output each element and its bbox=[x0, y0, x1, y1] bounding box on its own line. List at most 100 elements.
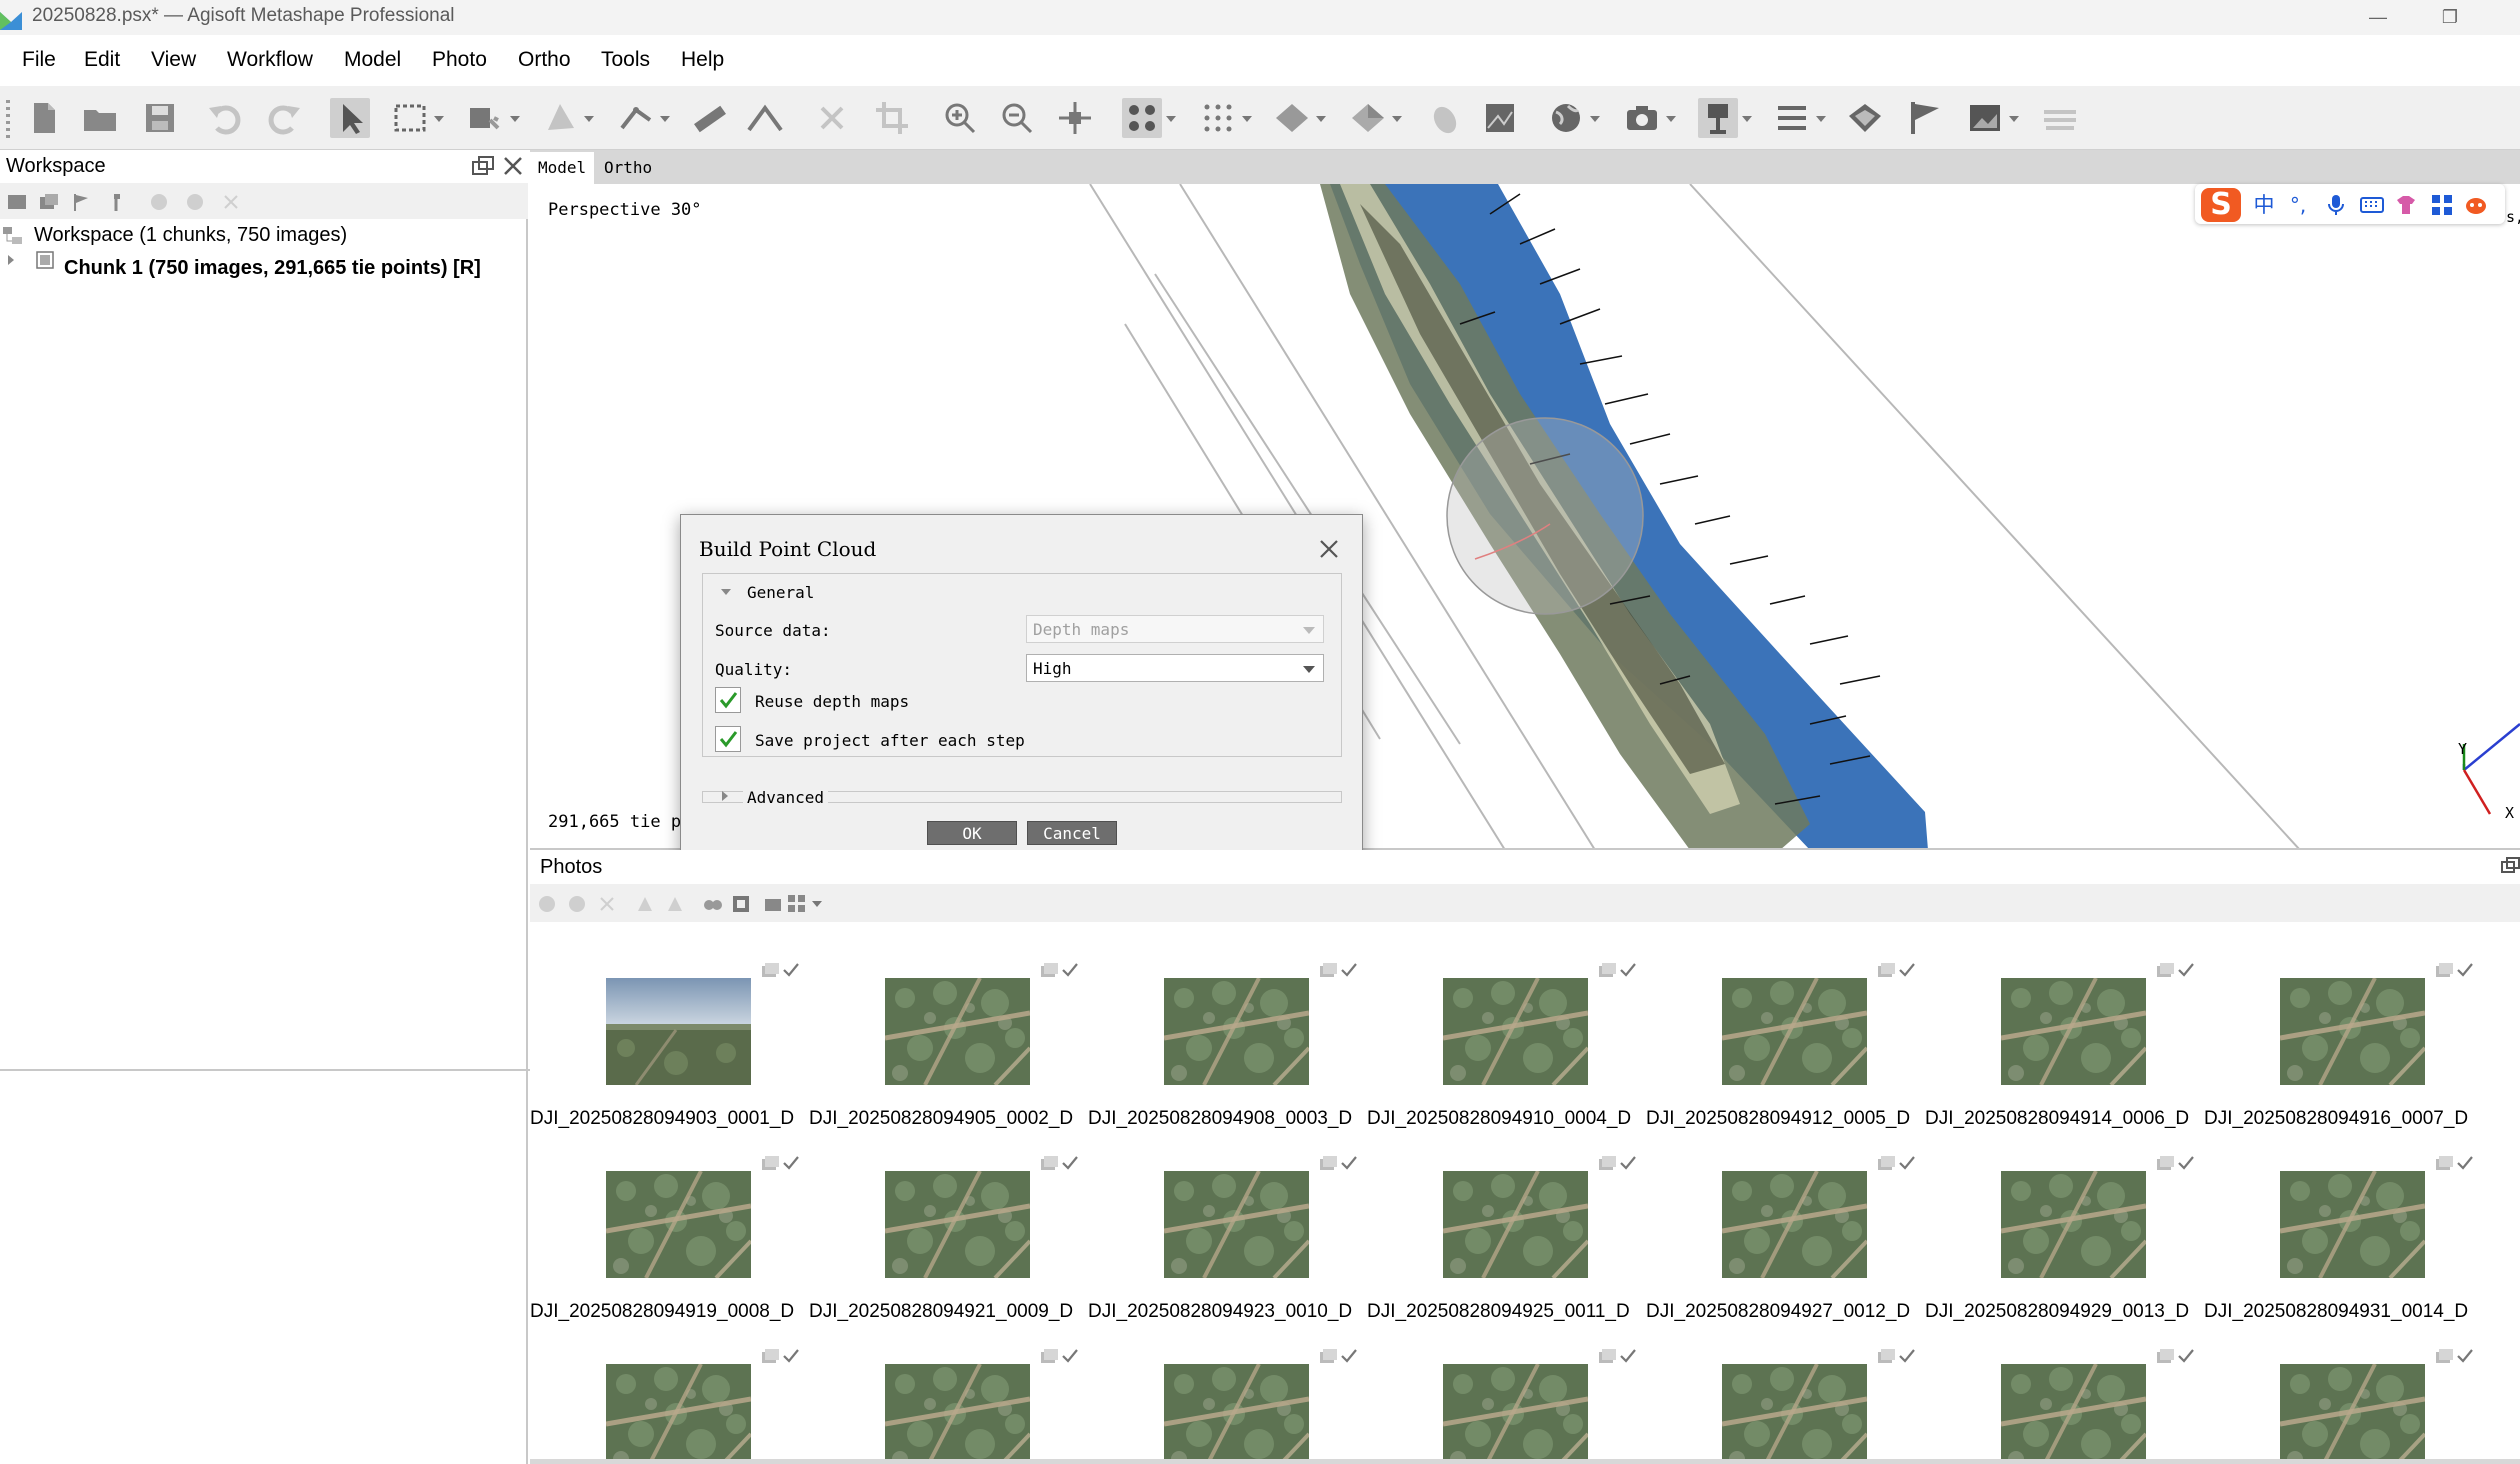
rectangle-selection-icon[interactable] bbox=[390, 98, 444, 138]
skin-icon[interactable] bbox=[2393, 192, 2419, 218]
ime-punctuation-toggle[interactable]: °, bbox=[2285, 192, 2311, 218]
open-folder-icon[interactable] bbox=[80, 98, 120, 138]
flag-icon[interactable] bbox=[1905, 98, 1945, 138]
photo-thumbnail[interactable] bbox=[1164, 978, 1309, 1085]
zoom-in-icon[interactable] bbox=[940, 98, 980, 138]
tab-model[interactable]: Model bbox=[530, 152, 595, 184]
undock-icon[interactable] bbox=[2500, 856, 2520, 876]
image-icon[interactable] bbox=[762, 893, 784, 915]
layers-icon[interactable] bbox=[2040, 98, 2080, 138]
photo-tile[interactable]: DJI_20250828094931_0014_D bbox=[2204, 1133, 2474, 1325]
photo-tile[interactable]: DJI_20250828094921_0009_D bbox=[809, 1133, 1079, 1325]
photo-thumbnail[interactable] bbox=[1722, 1171, 1867, 1278]
photo-tile[interactable] bbox=[1367, 1326, 1637, 1464]
chunk-item[interactable]: Chunk 1 (750 images, 291,665 tie points)… bbox=[64, 257, 481, 280]
remove-items-icon[interactable] bbox=[220, 191, 242, 213]
view-mode-icon[interactable] bbox=[786, 893, 808, 915]
filter-icon[interactable] bbox=[702, 893, 724, 915]
toolbar-grip[interactable] bbox=[6, 100, 10, 138]
keyboard-icon[interactable] bbox=[2359, 192, 2385, 218]
mask-icon[interactable] bbox=[730, 893, 752, 915]
menu-photo[interactable]: Photo bbox=[432, 48, 487, 72]
photo-thumbnail[interactable] bbox=[885, 1171, 1030, 1278]
photo-thumbnail[interactable] bbox=[2280, 1364, 2425, 1464]
photo-tile[interactable]: DJI_20250828094916_0007_D bbox=[2204, 940, 2474, 1132]
photo-tile[interactable]: DJI_20250828094903_0001_D bbox=[530, 940, 800, 1132]
source-data-dropdown[interactable]: Depth maps bbox=[1026, 615, 1324, 643]
photo-thumbnail[interactable] bbox=[1443, 1364, 1588, 1464]
toolbox-grid-icon[interactable] bbox=[2429, 192, 2455, 218]
photo-thumbnail[interactable] bbox=[1443, 978, 1588, 1085]
ok-button[interactable]: OK bbox=[927, 821, 1017, 845]
photo-thumbnail[interactable] bbox=[2001, 978, 2146, 1085]
camera-icon[interactable] bbox=[1622, 98, 1676, 138]
general-section-label[interactable]: General bbox=[743, 583, 819, 602]
menu-view[interactable]: View bbox=[151, 48, 196, 72]
photo-tile[interactable] bbox=[1646, 1326, 1916, 1464]
photo-tile[interactable]: DJI_20250828094923_0010_D bbox=[1088, 1133, 1358, 1325]
menu-file[interactable]: File bbox=[22, 48, 56, 72]
add-photos-icon[interactable] bbox=[38, 191, 60, 213]
marker-flag-icon[interactable] bbox=[108, 191, 130, 213]
advanced-section-label[interactable]: Advanced bbox=[743, 788, 829, 807]
photo-thumbnail[interactable] bbox=[2280, 1171, 2425, 1278]
photo-tile[interactable] bbox=[1925, 1326, 2195, 1464]
new-document-icon[interactable] bbox=[24, 98, 64, 138]
photo-tile[interactable] bbox=[530, 1326, 800, 1464]
photo-tile[interactable] bbox=[1088, 1326, 1358, 1464]
dense-cloud-view-icon[interactable] bbox=[1198, 98, 1252, 138]
show-shapes-icon[interactable] bbox=[1845, 98, 1885, 138]
photo-thumbnail[interactable] bbox=[606, 1171, 751, 1278]
move-object-icon[interactable] bbox=[466, 98, 520, 138]
menu-model[interactable]: Model bbox=[344, 48, 401, 72]
angle-icon[interactable] bbox=[745, 98, 785, 138]
photo-thumbnail[interactable] bbox=[2280, 978, 2425, 1085]
globe-icon[interactable] bbox=[1546, 98, 1600, 138]
photo-thumbnail[interactable] bbox=[885, 978, 1030, 1085]
tab-ortho[interactable]: Ortho bbox=[596, 152, 660, 184]
photo-thumbnail[interactable] bbox=[2001, 1364, 2146, 1464]
zoom-out-icon[interactable] bbox=[997, 98, 1037, 138]
photo-thumbnail[interactable] bbox=[1722, 1364, 1867, 1464]
enable-icon[interactable] bbox=[148, 191, 170, 213]
restore-button[interactable]: ❐ bbox=[2430, 3, 2470, 31]
dem-view-icon[interactable] bbox=[1480, 98, 1520, 138]
photo-thumbnail[interactable] bbox=[1164, 1364, 1309, 1464]
photo-tile[interactable]: DJI_20250828094910_0004_D bbox=[1367, 940, 1637, 1132]
save-icon[interactable] bbox=[140, 98, 180, 138]
point-cloud-view-icon[interactable] bbox=[1122, 98, 1176, 138]
menu-workflow[interactable]: Workflow bbox=[227, 48, 313, 72]
photo-thumbnail[interactable] bbox=[606, 1364, 751, 1464]
expand-arrow-icon[interactable] bbox=[719, 789, 731, 803]
draw-polyline-icon[interactable] bbox=[616, 98, 670, 138]
undo-icon[interactable] bbox=[205, 98, 245, 138]
close-icon[interactable] bbox=[1315, 535, 1343, 563]
remove-photos-icon[interactable] bbox=[596, 893, 618, 915]
microphone-icon[interactable] bbox=[2323, 192, 2349, 218]
photo-tile[interactable]: DJI_20250828094925_0011_D bbox=[1367, 1133, 1637, 1325]
photo-tile[interactable] bbox=[2204, 1326, 2474, 1464]
enable-icon[interactable] bbox=[536, 893, 558, 915]
tiled-model-icon[interactable] bbox=[1425, 98, 1465, 138]
delete-selection-icon[interactable] bbox=[812, 98, 852, 138]
save-project-checkbox[interactable] bbox=[715, 726, 741, 752]
rotate-left-icon[interactable] bbox=[634, 893, 656, 915]
close-pane-icon[interactable] bbox=[500, 154, 526, 178]
disable-icon[interactable] bbox=[566, 893, 588, 915]
photo-tile[interactable]: DJI_20250828094927_0012_D bbox=[1646, 1133, 1916, 1325]
collapse-arrow-icon[interactable] bbox=[719, 586, 733, 598]
ime-language-toggle[interactable]: 中 bbox=[2251, 192, 2277, 218]
photo-tile[interactable]: DJI_20250828094912_0005_D bbox=[1646, 940, 1916, 1132]
minimize-button[interactable]: — bbox=[2358, 3, 2398, 31]
view-mode-dropdown-arrow[interactable] bbox=[812, 901, 822, 907]
photo-thumbnail[interactable] bbox=[1722, 978, 1867, 1085]
menu-tools[interactable]: Tools bbox=[601, 48, 650, 72]
undock-icon[interactable] bbox=[470, 154, 496, 178]
menu-ortho[interactable]: Ortho bbox=[518, 48, 571, 72]
photo-tile[interactable]: DJI_20250828094905_0002_D bbox=[809, 940, 1079, 1132]
crop-icon[interactable] bbox=[872, 98, 912, 138]
menu-help[interactable]: Help bbox=[681, 48, 724, 72]
photo-tile[interactable]: DJI_20250828094908_0003_D bbox=[1088, 940, 1358, 1132]
mascot-icon[interactable] bbox=[2463, 192, 2489, 218]
ruler-icon[interactable] bbox=[690, 98, 730, 138]
